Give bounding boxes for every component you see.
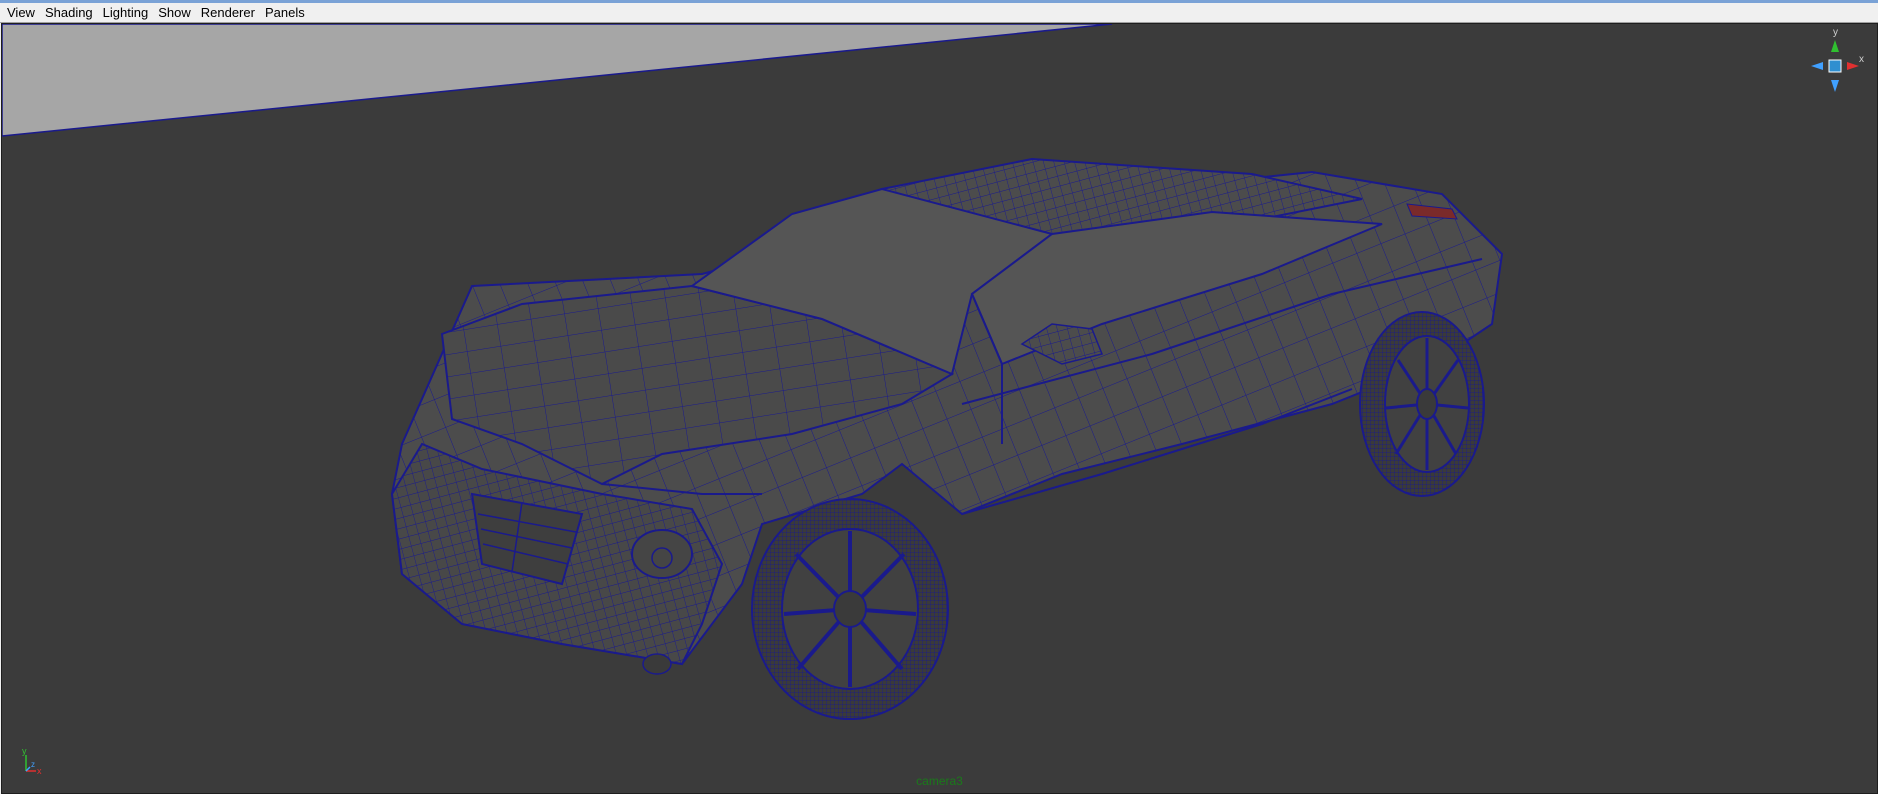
view-cube-x-label: x — [1859, 54, 1864, 65]
menu-renderer[interactable]: Renderer — [196, 3, 260, 23]
front-wheel — [751, 498, 949, 720]
menu-lighting[interactable]: Lighting — [98, 3, 154, 23]
axis-indicator-icon: y x z — [18, 747, 48, 777]
car-wireframe-model — [390, 157, 1504, 720]
svg-text:x: x — [37, 766, 42, 776]
3d-viewport[interactable]: y x y x z camera3 — [1, 23, 1878, 794]
panel-menubar: View Shading Lighting Show Renderer Pane… — [0, 3, 1878, 23]
headlight — [631, 529, 693, 579]
scene-render — [2, 24, 1504, 720]
svg-text:z: z — [31, 760, 35, 769]
view-cube-icon[interactable]: y x — [1799, 26, 1869, 96]
ground-plane — [2, 24, 1113, 137]
menu-show[interactable]: Show — [153, 3, 196, 23]
maya-viewport-panel: View Shading Lighting Show Renderer Pane… — [0, 0, 1878, 794]
svg-text:y: y — [22, 747, 27, 756]
menu-view[interactable]: View — [2, 3, 40, 23]
menu-shading[interactable]: Shading — [40, 3, 98, 23]
rear-wheel — [1359, 311, 1485, 497]
view-cube-y-label: y — [1833, 27, 1838, 38]
menu-panels[interactable]: Panels — [260, 3, 310, 23]
